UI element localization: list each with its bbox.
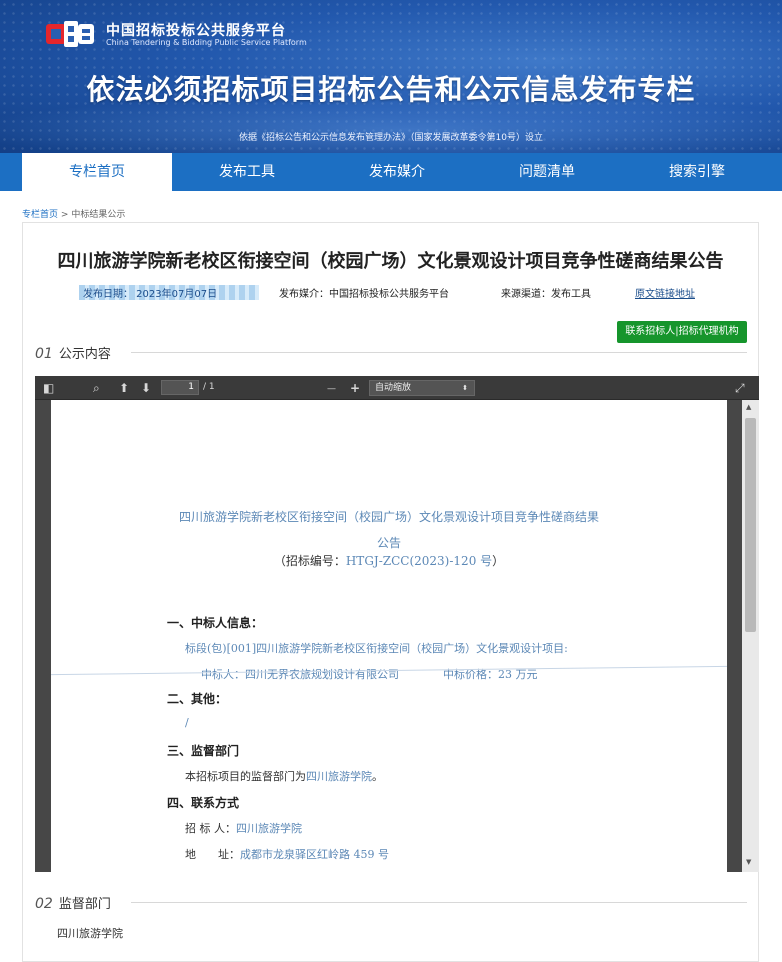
doc-tender-code: （招标编号：HTGJ-ZCC(2023)-120 号） <box>51 552 727 569</box>
pdf-toolbar: ◧ ⌕ ⬆ ⬇ 1 / 1 — + 自动缩放 ⬍ ⤢ <box>35 376 759 400</box>
doc-winner: 中标人：四川无界农旅规划设计有限公司 <box>201 666 399 682</box>
nav-item-faq[interactable]: 问题清单 <box>472 153 622 191</box>
scroll-up-icon[interactable]: ▲ <box>746 403 751 411</box>
doc-supervisor: 本招标项目的监督部门为四川旅游学院。 <box>185 768 383 784</box>
cebpubservice-logo-icon <box>46 21 94 47</box>
tenderer-label: 招 标 人： <box>185 822 236 835</box>
site-name: 中国招标投标公共服务平台 <box>106 23 286 39</box>
doc-other-text: / <box>185 716 189 729</box>
next-page-icon[interactable]: ⬇ <box>141 380 151 396</box>
scroll-down-icon[interactable]: ▼ <box>746 858 751 866</box>
section-number: 02 <box>35 896 53 912</box>
breadcrumb-separator: > <box>60 210 69 220</box>
scrollbar-thumb[interactable] <box>745 418 756 632</box>
pdf-page: 四川旅游学院新老校区衔接空间（校园广场）文化景观设计项目竞争性磋商结果 公告 （… <box>51 400 727 872</box>
zoom-in-button[interactable]: + <box>350 380 360 396</box>
header-banner: 中国招标投标公共服务平台 China Tendering & Bidding P… <box>0 0 782 153</box>
supervisor-suffix: 。 <box>372 770 383 783</box>
nav-item-home[interactable]: 专栏首页 <box>22 153 172 191</box>
doc-heading-winner: 一、中标人信息： <box>167 616 264 630</box>
doc-title: 四川旅游学院新老校区衔接空间（校园广场）文化景观设计项目竞争性磋商结果 公告 <box>51 504 727 556</box>
main-nav: 专栏首页 发布工具 发布媒介 问题清单 搜索引擎 <box>0 153 782 191</box>
nav-item-search-engine[interactable]: 搜索引擎 <box>622 153 772 191</box>
doc-heading-supervisor: 三、监督部门 <box>167 744 240 758</box>
code-value: HTGJ-ZCC(2023)-120 号 <box>345 554 493 568</box>
page-title: 四川旅游学院新老校区衔接空间（校园广场）文化景观设计项目竞争性磋商结果公告 <box>57 251 724 272</box>
doc-tenderer: 招 标 人：四川旅游学院 <box>185 820 302 836</box>
doc-address: 地 址：成都市龙泉驿区红岭路 459 号 <box>185 846 389 862</box>
doc-other: / <box>185 716 189 729</box>
section-announcement-content: 01 公示内容 <box>35 343 111 362</box>
section-divider <box>131 902 747 903</box>
page-total: / 1 <box>203 382 215 392</box>
doc-lot-text: 标段(包)[001]四川旅游学院新老校区衔接空间（校园广场）文化景观设计项目: <box>185 642 568 655</box>
supervisor-department: 四川旅游学院 <box>57 927 123 940</box>
fullscreen-icon[interactable]: ⤢ <box>735 380 745 396</box>
zoom-select[interactable]: 自动缩放 ⬍ <box>369 380 475 396</box>
section-number: 01 <box>35 346 53 362</box>
pdf-viewer: ◧ ⌕ ⬆ ⬇ 1 / 1 — + 自动缩放 ⬍ ⤢ 四川旅游学院新老校区衔接空… <box>35 376 759 872</box>
tenderer-value: 四川旅游学院 <box>236 822 302 835</box>
breadcrumb-home[interactable]: 专栏首页 <box>22 210 58 220</box>
previous-page-icon[interactable]: ⬆ <box>119 380 129 396</box>
publish-date: 发布日期： 2023年07月07日 <box>79 285 259 300</box>
page-number-input[interactable]: 1 <box>161 380 199 395</box>
supervisor-prefix: 本招标项目的监督部门为 <box>185 770 306 783</box>
nav-item-publish-media[interactable]: 发布媒介 <box>322 153 472 191</box>
breadcrumb-current: 中标结果公示 <box>71 210 126 220</box>
address-value: 成都市龙泉驿区红岭路 459 号 <box>240 848 389 861</box>
publish-media: 发布媒介：中国招标投标公共服务平台 <box>279 289 449 300</box>
doc-title-line1: 四川旅游学院新老校区衔接空间（校园广场）文化景观设计项目竞争性磋商结果 <box>178 510 599 524</box>
search-icon[interactable]: ⌕ <box>93 380 100 396</box>
supervisor-name: 四川旅游学院 <box>306 770 372 783</box>
zoom-out-button[interactable]: — <box>327 381 336 397</box>
sidebar-toggle-icon[interactable]: ◧ <box>43 380 54 396</box>
pdf-scrollbar[interactable]: ▲ ▼ <box>742 400 759 872</box>
doc-heading-contact: 四、联系方式 <box>167 796 240 810</box>
banner-subtitle: 依据《招标公告和公示信息发布管理办法》（国家发展改革委令第10号）设立 <box>239 133 543 143</box>
section-divider <box>131 352 747 353</box>
code-close: ） <box>492 554 505 568</box>
source-link[interactable]: 原文链接地址 <box>635 285 695 300</box>
source-channel: 来源渠道：发布工具 <box>501 289 591 300</box>
source-link-text[interactable]: 原文链接地址 <box>635 289 695 300</box>
doc-heading-other: 二、其他： <box>167 692 228 706</box>
banner-title: 依法必须招标项目招标公告和公示信息发布专栏 <box>86 73 696 106</box>
breadcrumb: 专栏首页 > 中标结果公示 <box>22 207 125 220</box>
code-label: （招标编号： <box>273 554 346 568</box>
address-label: 地 址： <box>185 848 240 861</box>
doc-lot: 标段(包)[001]四川旅游学院新老校区衔接空间（校园广场）文化景观设计项目: <box>185 640 568 656</box>
nav-item-publish-tools[interactable]: 发布工具 <box>172 153 322 191</box>
section-label: 监督部门 <box>58 897 111 912</box>
zoom-select-value: 自动缩放 <box>375 383 412 393</box>
contact-agency-button[interactable]: 联系招标人|招标代理机构 <box>617 321 747 343</box>
site-name-en: China Tendering & Bidding Public Service… <box>106 38 307 47</box>
chevron-updown-icon: ⬍ <box>462 384 468 392</box>
section-supervisor: 02 监督部门 <box>35 893 111 912</box>
announcement-card: 四川旅游学院新老校区衔接空间（校园广场）文化景观设计项目竞争性磋商结果公告 发布… <box>22 222 759 962</box>
section-label: 公示内容 <box>58 347 111 362</box>
